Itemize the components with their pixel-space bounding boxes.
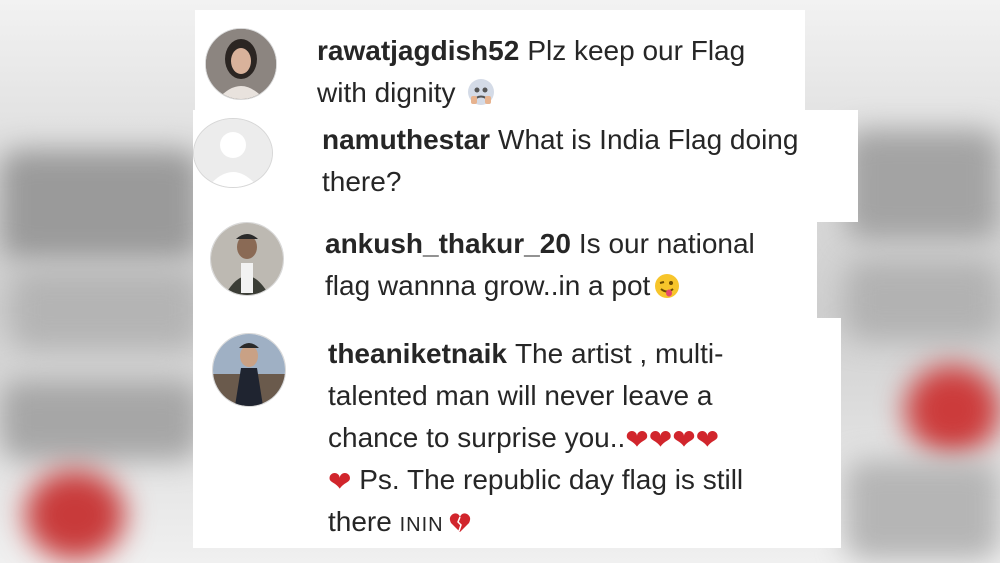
- comment-tail: ININ: [399, 514, 444, 536]
- avatar[interactable]: [210, 222, 284, 296]
- avatar[interactable]: [212, 333, 286, 407]
- comment-username[interactable]: namuthestar: [322, 124, 490, 155]
- comment-text: theaniketnaik The artist , multi-talented…: [328, 333, 808, 547]
- comment-ps: Ps. The republic day flag is still there: [328, 464, 744, 537]
- winking-tongue-face-icon: [654, 269, 680, 311]
- broken-heart-icon: [448, 505, 472, 547]
- comment-text: rawatjagdish52 Plz keep our Flag with dig…: [317, 30, 797, 118]
- comment-username[interactable]: theaniketnaik: [328, 338, 507, 369]
- comment-text: namuthestar What is India Flag doing ther…: [322, 119, 842, 203]
- avatar[interactable]: [193, 118, 273, 188]
- comment-username[interactable]: rawatjagdish52: [317, 35, 519, 66]
- red-heart-icon: ❤: [328, 466, 352, 497]
- comment-username[interactable]: ankush_thakur_20: [325, 228, 571, 259]
- red-heart-icon: ❤❤❤❤: [625, 424, 720, 455]
- comment-text: ankush_thakur_20 Is our national flag wan…: [325, 223, 805, 311]
- avatar[interactable]: [205, 28, 277, 100]
